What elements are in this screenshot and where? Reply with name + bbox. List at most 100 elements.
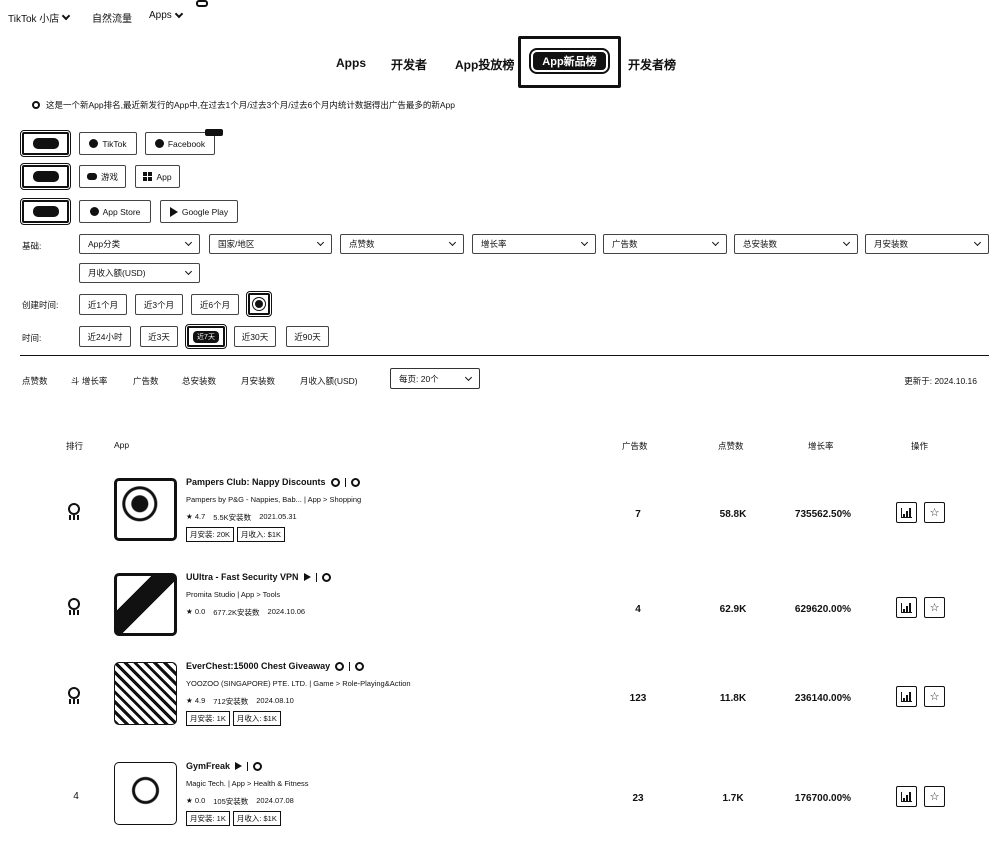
region-select[interactable]: 国家/地区 [209,234,332,254]
nav-organic[interactable]: 自然流量 [92,10,132,25]
app-rating: 0.0 [194,607,206,616]
app-developer: Promita Studio | App > Tools [186,590,281,599]
app-name[interactable]: Pampers Club: Nappy Discounts [186,477,360,487]
time-3d-chip[interactable]: 近3天 [140,326,178,347]
monthly-revenue-select[interactable]: 月收入额(USD) [79,263,200,283]
tag-monthly-installs: 月安装: 1K [186,811,230,826]
analytics-button[interactable] [896,686,917,707]
app-thumbnail[interactable] [114,573,177,636]
sort-monthly-installs[interactable]: 月安装数 [241,375,275,387]
sort-installs[interactable]: 总安装数 [182,375,216,387]
tab-apps[interactable]: Apps [336,56,366,70]
nav-organic-label: 自然流量 [92,14,132,25]
th-likes[interactable]: 点赞数 [718,440,744,452]
platform-tiktok-button[interactable]: TikTok [79,132,137,155]
cell-growth: 176700.00% [794,793,852,804]
tab-new-rank[interactable]: App新品榜 [529,48,610,74]
app-name-text: GymFreak [186,761,231,771]
app-rating: 0.0 [194,796,206,805]
store-appstore-button[interactable]: App Store [79,200,151,223]
favorite-button[interactable]: ☆ [924,502,945,523]
time-30d-chip[interactable]: 近30天 [234,326,276,347]
type-games-button[interactable]: 游戏 [79,165,126,188]
platform-facebook-button[interactable]: Facebook [145,132,215,155]
ads-select[interactable]: 广告数 [603,234,727,254]
all-label-icon [32,206,59,217]
nav-apps[interactable]: Apps [149,9,184,21]
favorite-button[interactable]: ☆ [924,786,945,807]
th-ads[interactable]: 广告数 [622,440,648,452]
tag-monthly-installs: 月安装: 1K [186,711,230,726]
app-name[interactable]: GymFreak [186,761,263,771]
time-90d-chip[interactable]: 近90天 [286,326,329,347]
store-all-button[interactable] [20,198,71,225]
app-thumbnail[interactable] [114,762,177,825]
sort-likes[interactable]: 点赞数 [22,375,48,387]
favorite-button[interactable]: ☆ [924,686,945,707]
created-1m-chip[interactable]: 近1个月 [79,294,127,315]
app-installs: 105安装数 [213,797,249,806]
table-row[interactable]: Pampers Club: Nappy Discounts Pampers by… [0,473,995,561]
tab-ad-rank[interactable]: App投放榜 [455,56,514,73]
favorite-button[interactable]: ☆ [924,597,945,618]
nav-shop[interactable]: TikTok 小店 [8,10,71,25]
appstore-icon [89,207,99,216]
app-installs: 712安装数 [213,697,249,706]
cell-growth: 236140.00% [794,693,852,704]
per-page-value: 每页: 20个 [399,373,439,384]
app-thumbnail[interactable] [114,662,177,725]
divider [20,355,989,356]
type-app-button[interactable]: App [135,165,180,188]
monthly-installs-select[interactable]: 月安装数 [865,234,989,254]
chevron-down-icon [842,238,851,247]
table-row[interactable]: 4 GymFreak Magic Tech. | App > Health & … [0,757,995,845]
tab-dev-rank[interactable]: 开发者榜 [628,56,676,73]
store-googleplay-button[interactable]: Google Play [160,200,238,223]
tag-monthly-revenue: 月收入: $1K [232,811,281,826]
created-3m-chip[interactable]: 近3个月 [135,294,183,315]
star-icon: ☆ [929,791,940,803]
app-name[interactable]: EverChest:15000 Chest Giveaway [186,661,365,671]
calendar-icon [252,297,266,311]
created-custom-chip[interactable] [246,291,272,317]
appstore-icon [330,477,340,487]
sort-monthly-revenue[interactable]: 月收入额(USD) [300,375,358,387]
star-icon: ☆ [929,691,940,703]
star-icon: ☆ [929,602,940,614]
app-meta: ★ 0.0 105安装数 2024.07.08 [186,796,294,806]
app-developer: Pampers by P&G - Nappies, Bab... | App >… [186,495,362,504]
logo-icon [196,0,208,7]
time-24h-chip[interactable]: 近24小时 [79,326,131,347]
time-label: 时间: [22,333,42,343]
rank-3-medal-icon [68,687,82,705]
type-all-button[interactable] [20,163,71,190]
likes-select[interactable]: 点赞数 [340,234,464,254]
sort-ads[interactable]: 广告数 [133,375,159,387]
analytics-button[interactable] [896,597,917,618]
table-row[interactable]: UUltra - Fast Security VPN Promita Studi… [0,568,995,656]
per-page-select[interactable]: 每页: 20个 [390,368,480,389]
installs-select-value: 总安装数 [743,239,778,249]
analytics-button[interactable] [896,502,917,523]
app-developer: YOOZOO (SINGAPORE) PTE. LTD. | Game > Ro… [186,679,411,688]
table-row[interactable]: EverChest:15000 Chest Giveaway YOOZOO (S… [0,657,995,745]
app-thumbnail[interactable] [114,478,177,541]
th-growth[interactable]: 增长率 [808,440,834,452]
installs-select[interactable]: 总安装数 [734,234,858,254]
chevron-down-icon [711,238,720,247]
tag-monthly-revenue: 月收入: $1K [237,527,286,542]
sort-growth[interactable]: 斗 增长率 [71,375,107,387]
analytics-button[interactable] [896,786,917,807]
category-select[interactable]: App分类 [79,234,200,254]
created-6m-chip[interactable]: 近6个月 [191,294,239,315]
time-7d-chip[interactable]: 近7天 [185,324,227,349]
app-name[interactable]: UUltra - Fast Security VPN [186,572,331,582]
growth-select[interactable]: 增长率 [472,234,596,254]
app-installs: 5.5K安装数 [213,513,252,522]
platform-all-button[interactable] [20,130,71,157]
app-developer: Magic Tech. | App > Health & Fitness [186,779,309,788]
tab-developers[interactable]: 开发者 [391,56,427,73]
googleplay-icon [169,206,178,217]
googleplay-icon [303,573,311,581]
app-meta: ★ 0.0 677.2K安装数 2024.10.06 [186,607,306,617]
